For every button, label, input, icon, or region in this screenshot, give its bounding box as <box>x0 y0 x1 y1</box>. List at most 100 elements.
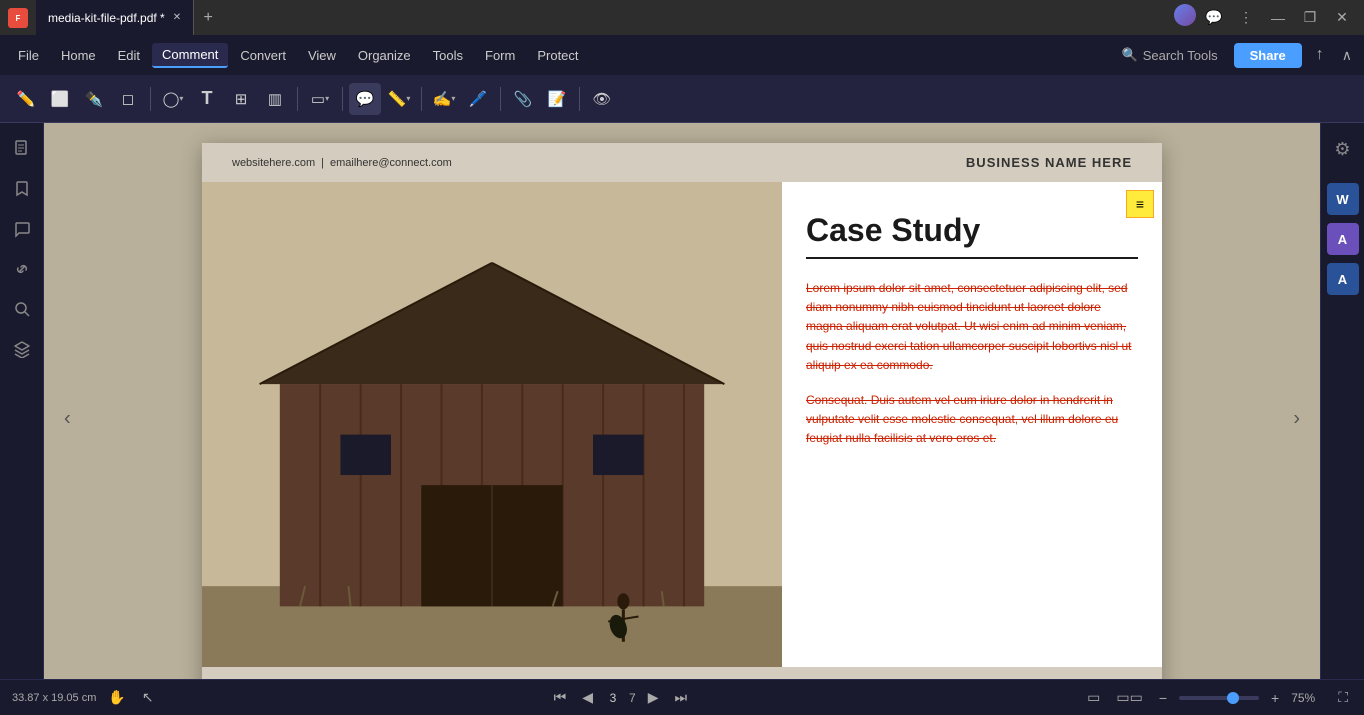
sticky-note[interactable]: ≡ <box>1126 190 1154 218</box>
menu-organize[interactable]: Organize <box>348 44 421 67</box>
menu-edit[interactable]: Edit <box>108 44 150 67</box>
scroll-left-button[interactable]: ‹ <box>64 408 71 431</box>
menu-file[interactable]: File <box>8 44 49 67</box>
page-icon <box>13 140 31 158</box>
prev-page-button[interactable]: ◀ <box>578 687 597 708</box>
select-area-button[interactable]: ⬜ <box>44 83 76 115</box>
search-tools-button[interactable]: 🔍 Search Tools <box>1114 43 1226 67</box>
scroll-right-button[interactable]: › <box>1293 408 1300 431</box>
share-button[interactable]: Share <box>1234 43 1302 68</box>
more-options-button[interactable]: ⋮ <box>1232 4 1260 32</box>
svg-text:F: F <box>16 14 21 23</box>
text-button[interactable]: T <box>191 83 223 115</box>
attachment-button[interactable]: 📎 <box>507 83 539 115</box>
note-button[interactable]: 📝 <box>541 83 573 115</box>
word2-plugin-letter: A <box>1338 272 1347 287</box>
highlight-tool-button[interactable]: ✏️ <box>10 83 42 115</box>
sidebar-layers-icon[interactable] <box>4 331 40 367</box>
tab-filename: media-kit-file-pdf.pdf * <box>48 11 165 25</box>
sidebar-pages-icon[interactable] <box>4 131 40 167</box>
shape-button[interactable]: ▭▾ <box>304 83 336 115</box>
restore-button[interactable]: ❐ <box>1296 4 1324 32</box>
header-business-name: BUSINESS NAME HERE <box>966 155 1132 170</box>
word-plugin-letter: W <box>1336 192 1348 207</box>
page-image-section <box>202 182 782 667</box>
single-page-view-button[interactable]: ▭ <box>1083 687 1104 708</box>
sticky-note-button[interactable]: 💬 <box>349 83 381 115</box>
body-paragraph-1: Lorem ipsum dolor sit amet, consectetuer… <box>806 279 1138 375</box>
menubar: File Home Edit Comment Convert View Orga… <box>0 35 1364 75</box>
measure-button[interactable]: 📏▾ <box>383 83 415 115</box>
pencil-button[interactable]: ✒️ <box>78 83 110 115</box>
menu-tools[interactable]: Tools <box>423 44 473 67</box>
zoom-out-button[interactable]: − <box>1155 688 1171 708</box>
page-text-section: Note Alt + Shift + 2 Add a sticky note. … <box>782 182 1162 667</box>
zoom-slider[interactable] <box>1179 696 1259 700</box>
sidebar-links-icon[interactable] <box>4 251 40 287</box>
zoom-thumb[interactable] <box>1227 692 1239 704</box>
sidebar-search-icon[interactable] <box>4 291 40 327</box>
tab-area: media-kit-file-pdf.pdf * ✕ + <box>36 0 1166 35</box>
separator-3 <box>342 87 343 111</box>
menu-convert[interactable]: Convert <box>230 44 296 67</box>
link-icon <box>13 260 31 278</box>
cursor-tool-button[interactable]: ↖ <box>138 687 158 708</box>
menu-home[interactable]: Home <box>51 44 106 67</box>
communication-icon[interactable]: 💬 <box>1200 4 1228 32</box>
search-tools-label: Search Tools <box>1143 48 1218 63</box>
separator-2 <box>297 87 298 111</box>
move-textbox-button[interactable]: ⊞ <box>225 83 257 115</box>
eye-button[interactable]: 👁 <box>586 83 618 115</box>
hand-tool-button[interactable]: ✋ <box>104 687 129 708</box>
menubar-right: 🔍 Search Tools Share ↑ ∧ <box>1114 43 1357 68</box>
shape-dropdown-button[interactable]: ◯▾ <box>157 83 189 115</box>
stamp-button[interactable]: ▥ <box>259 83 291 115</box>
app-icon: F <box>8 8 28 28</box>
first-page-button[interactable]: ⏮ <box>550 687 571 708</box>
fullscreen-button[interactable]: ⛶ <box>1334 687 1352 708</box>
search-icon: 🔍 <box>1122 47 1138 63</box>
titlebar: F media-kit-file-pdf.pdf * ✕ + 💬 ⋮ — ❐ ✕ <box>0 0 1364 35</box>
settings-panel-icon[interactable]: ⚙ <box>1325 131 1361 167</box>
stamp-sign-button[interactable]: ✍️▾ <box>428 83 460 115</box>
menu-form[interactable]: Form <box>475 44 525 67</box>
word-plugin-icon[interactable]: W <box>1327 183 1359 215</box>
ai-plugin-icon[interactable]: A <box>1327 223 1359 255</box>
page-number-input[interactable] <box>605 691 621 705</box>
last-page-button[interactable]: ⏭ <box>670 687 691 708</box>
tab-close-button[interactable]: ✕ <box>173 12 181 23</box>
header-separator: | <box>321 157 324 169</box>
eraser-button[interactable]: ◻ <box>112 83 144 115</box>
upload-button[interactable]: ↑ <box>1310 46 1330 64</box>
double-page-view-button[interactable]: ▭▭ <box>1112 687 1146 708</box>
sidebar-bookmarks-icon[interactable] <box>4 171 40 207</box>
active-tab[interactable]: media-kit-file-pdf.pdf * ✕ <box>36 0 194 35</box>
menu-comment[interactable]: Comment <box>152 43 228 68</box>
menu-protect[interactable]: Protect <box>527 44 588 67</box>
separator-6 <box>579 87 580 111</box>
new-tab-button[interactable]: + <box>194 4 222 32</box>
close-button[interactable]: ✕ <box>1328 4 1356 32</box>
bottom-bar: 33.87 x 19.05 cm ✋ ↖ ⏮ ◀ 7 ▶ ⏭ ▭ ▭▭ − + … <box>0 679 1364 715</box>
zoom-level-display: 75% <box>1291 691 1326 705</box>
minimize-button[interactable]: — <box>1264 4 1292 32</box>
next-page-button[interactable]: ▶ <box>644 687 663 708</box>
right-sidebar: ⚙ W A A <box>1320 123 1364 715</box>
user-avatar <box>1174 4 1196 26</box>
word2-plugin-icon[interactable]: A <box>1327 263 1359 295</box>
comments-icon <box>13 220 31 238</box>
page-header: websitehere.com | emailhere@connect.com … <box>202 143 1162 182</box>
barn-image <box>202 182 782 667</box>
plugin-icons-container: W A A <box>1327 183 1359 295</box>
main-layout: ? ‹ websitehere.com | emailhere@connect.… <box>0 123 1364 715</box>
menu-view[interactable]: View <box>298 44 346 67</box>
zoom-in-button[interactable]: + <box>1267 688 1283 708</box>
ai-plugin-letter: A <box>1338 232 1347 247</box>
page-total-text: 7 <box>629 691 636 705</box>
body-paragraph-2: Consequat. Duis autem vel eum iriure dol… <box>806 391 1138 449</box>
sidebar-comments-icon[interactable] <box>4 211 40 247</box>
collapse-ribbon-button[interactable]: ∧ <box>1338 47 1356 64</box>
pen-button[interactable]: 🖊️ <box>462 83 494 115</box>
titlebar-controls: 💬 ⋮ — ❐ ✕ <box>1174 4 1356 32</box>
bookmark-icon <box>13 180 31 198</box>
